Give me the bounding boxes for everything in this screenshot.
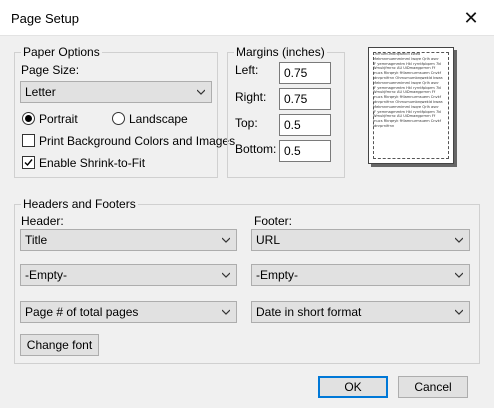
footer-select-2[interactable]: -Empty- xyxy=(251,264,470,286)
chevron-down-icon xyxy=(222,237,230,243)
close-icon[interactable]: ✕ xyxy=(448,0,494,36)
ok-button[interactable]: OK xyxy=(318,376,388,398)
chevron-down-icon xyxy=(222,309,230,315)
chevron-down-icon xyxy=(455,272,463,278)
cancel-button[interactable]: Cancel xyxy=(398,376,468,398)
page-preview: Ohmumumbrqwekld kwea Mekmnmuemmimml lwqr… xyxy=(368,47,454,164)
page-size-label: Page Size: xyxy=(21,63,80,77)
headers-footers-legend: Headers and Footers xyxy=(21,197,138,211)
print-background-checkbox[interactable] xyxy=(22,134,35,147)
header-select-3-value: Page # of total pages xyxy=(25,305,139,319)
page-size-select[interactable]: Letter xyxy=(20,81,212,103)
top-margin-label: Top: xyxy=(235,116,258,130)
paper-options-legend: Paper Options xyxy=(21,45,102,59)
bottom-margin-input[interactable]: 0.5 xyxy=(279,140,331,162)
header-select-3[interactable]: Page # of total pages xyxy=(20,301,237,323)
portrait-label[interactable]: Portrait xyxy=(39,112,78,126)
header-select-2[interactable]: -Empty- xyxy=(20,264,237,286)
header-label: Header: xyxy=(21,214,64,228)
footer-select-1-value: URL xyxy=(256,233,281,247)
left-margin-input[interactable]: 0.75 xyxy=(279,62,331,84)
chevron-down-icon xyxy=(455,237,463,243)
top-margin-input[interactable]: 0.5 xyxy=(279,114,331,136)
page-size-value: Letter xyxy=(25,85,56,99)
left-margin-label: Left: xyxy=(235,63,259,77)
preview-margin-outline xyxy=(373,52,449,159)
shrink-to-fit-checkbox[interactable] xyxy=(22,156,35,169)
footer-select-3-value: Date in short format xyxy=(256,305,362,319)
chevron-down-icon xyxy=(222,272,230,278)
margins-legend: Margins (inches) xyxy=(234,45,327,59)
portrait-radio[interactable] xyxy=(22,112,35,125)
landscape-label[interactable]: Landscape xyxy=(129,112,188,126)
shrink-to-fit-label[interactable]: Enable Shrink-to-Fit xyxy=(39,156,145,170)
window-title: Page Setup xyxy=(11,11,79,26)
header-select-2-value: -Empty- xyxy=(25,268,67,282)
footer-select-3[interactable]: Date in short format xyxy=(251,301,470,323)
chevron-down-icon xyxy=(455,309,463,315)
header-select-1[interactable]: Title xyxy=(20,229,237,251)
print-background-label[interactable]: Print Background Colors and Images xyxy=(39,134,235,148)
chevron-down-icon xyxy=(197,89,205,95)
change-font-button[interactable]: Change font xyxy=(20,334,99,356)
right-margin-label: Right: xyxy=(235,90,267,104)
footer-select-2-value: -Empty- xyxy=(256,268,298,282)
footer-select-1[interactable]: URL xyxy=(251,229,470,251)
header-select-1-value: Title xyxy=(25,233,48,247)
footer-label: Footer: xyxy=(254,214,293,228)
landscape-radio[interactable] xyxy=(112,112,125,125)
title-bar: Page Setup ✕ xyxy=(0,0,494,36)
checkmark-icon xyxy=(24,159,33,167)
right-margin-input[interactable]: 0.75 xyxy=(279,88,331,110)
bottom-margin-label: Bottom: xyxy=(235,142,277,156)
